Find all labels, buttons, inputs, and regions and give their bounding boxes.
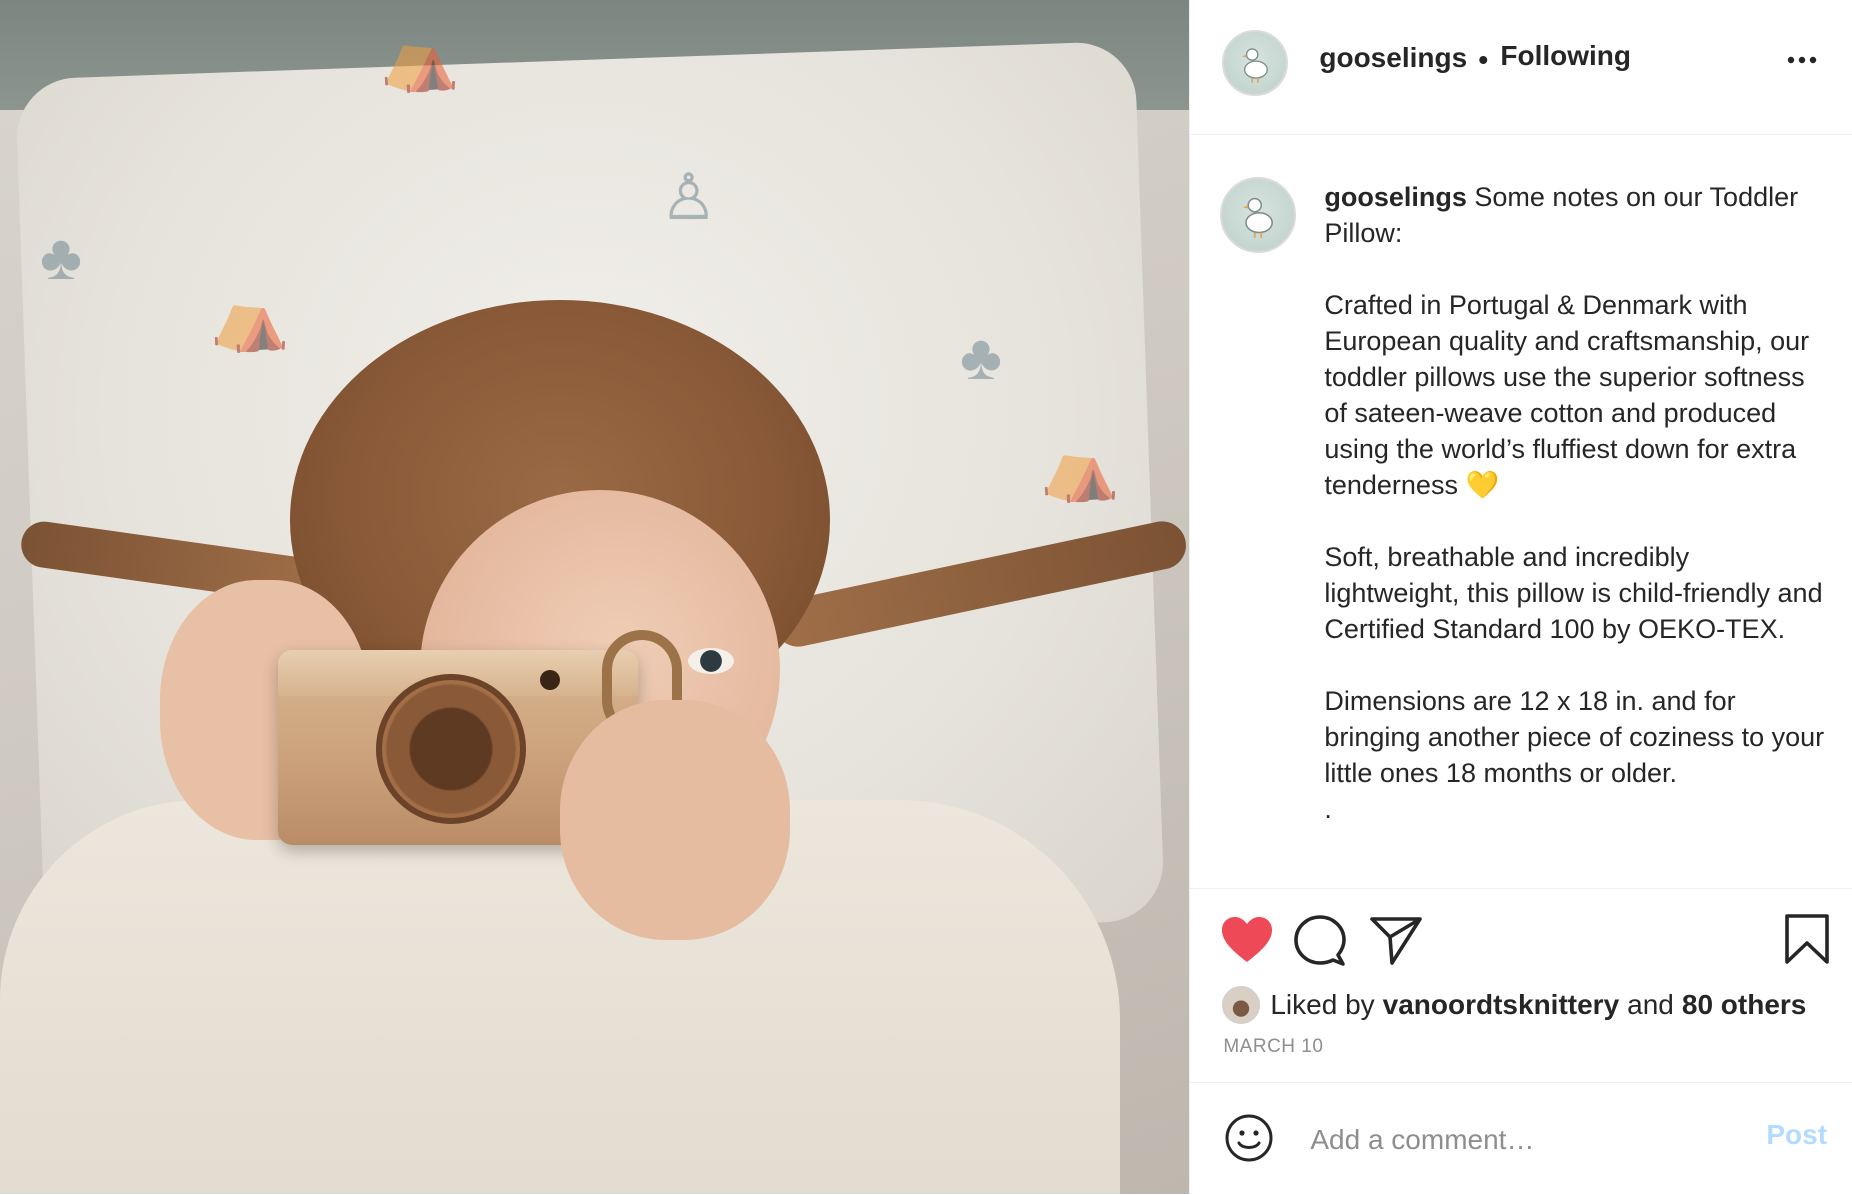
caption-username[interactable]: gooselings [1324, 182, 1467, 212]
caption-paragraph: gooselings Some notes on our Toddler Pil… [1324, 179, 1824, 251]
goose-logo-icon [1242, 48, 1269, 83]
caption-avatar[interactable] [1220, 177, 1297, 253]
liker-username[interactable]: vanoordtsknittery [1383, 989, 1620, 1021]
more-options-icon[interactable] [1786, 44, 1826, 84]
caption-paragraph: Crafted in Portugal & Denmark with Europ… [1324, 290, 1817, 500]
bookmark-icon [1785, 914, 1830, 964]
post-comment-button[interactable]: Post [1766, 1119, 1827, 1151]
camera-lens [376, 674, 526, 824]
paper-plane-icon [1370, 917, 1423, 965]
post-date[interactable]: MARCH 10 [1223, 1036, 1323, 1058]
photo-motif-tree: ♣ [40, 221, 82, 293]
smiley-icon [1225, 1114, 1273, 1162]
post-side-panel: gooselings • Following gooselings Some n… [1189, 0, 1852, 1194]
comment-icon [1294, 915, 1347, 966]
photo-shirt [0, 800, 1120, 1194]
header-separator: • [1478, 44, 1489, 75]
likes-conjunction: and [1627, 989, 1674, 1020]
following-button[interactable]: Following [1500, 40, 1631, 72]
post-photo[interactable]: ♣ ⛺ ♣ ⛺ ⛺ ♙ [0, 0, 1190, 1194]
share-button[interactable] [1370, 915, 1423, 965]
photo-motif-tent: ⛺ [380, 21, 460, 93]
like-button[interactable] [1220, 915, 1274, 965]
comment-input[interactable] [1308, 1117, 1753, 1163]
caption-paragraph: Soft, breathable and incredibly lightwei… [1324, 542, 1831, 644]
instagram-post: ♣ ⛺ ♣ ⛺ ⛺ ♙ gooselings • Following goose… [0, 0, 1852, 1194]
caption-text: gooselings Some notes on our Toddler Pil… [1324, 179, 1824, 827]
caption-paragraph: . [1324, 794, 1332, 824]
comment-form: Post [1190, 1082, 1852, 1195]
liker-avatar[interactable] [1222, 986, 1261, 1024]
photo-eye [688, 648, 734, 674]
header-username[interactable]: gooselings [1319, 42, 1467, 74]
post-actions: Liked by vanoordtsknittery and 80 others… [1190, 888, 1852, 1083]
post-caption: gooselings Some notes on our Toddler Pil… [1190, 135, 1852, 887]
heart-icon [1222, 917, 1273, 962]
likes-others-link[interactable]: 80 others [1682, 989, 1807, 1021]
photo-hand-right [560, 700, 790, 940]
photo-motif-carousel: ⛺ [210, 281, 290, 353]
likes-prefix: Liked by [1270, 989, 1375, 1020]
camera-viewfinder [540, 670, 560, 690]
likes-summary: Liked by vanoordtsknittery and 80 others [1222, 983, 1806, 1027]
caption-paragraph: Dimensions are 12 x 18 in. and for bring… [1324, 686, 1832, 788]
comment-button[interactable] [1294, 915, 1347, 967]
save-button[interactable] [1784, 913, 1830, 965]
goose-logo-icon [1243, 197, 1274, 238]
photo-motif-tree: ♣ [960, 321, 1002, 393]
photo-motif-figure: ♙ [660, 161, 718, 233]
emoji-picker-button[interactable] [1224, 1113, 1274, 1168]
photo-motif-tent: ⛺ [1040, 431, 1120, 503]
avatar[interactable] [1222, 30, 1289, 96]
post-header: gooselings • Following [1190, 0, 1852, 135]
